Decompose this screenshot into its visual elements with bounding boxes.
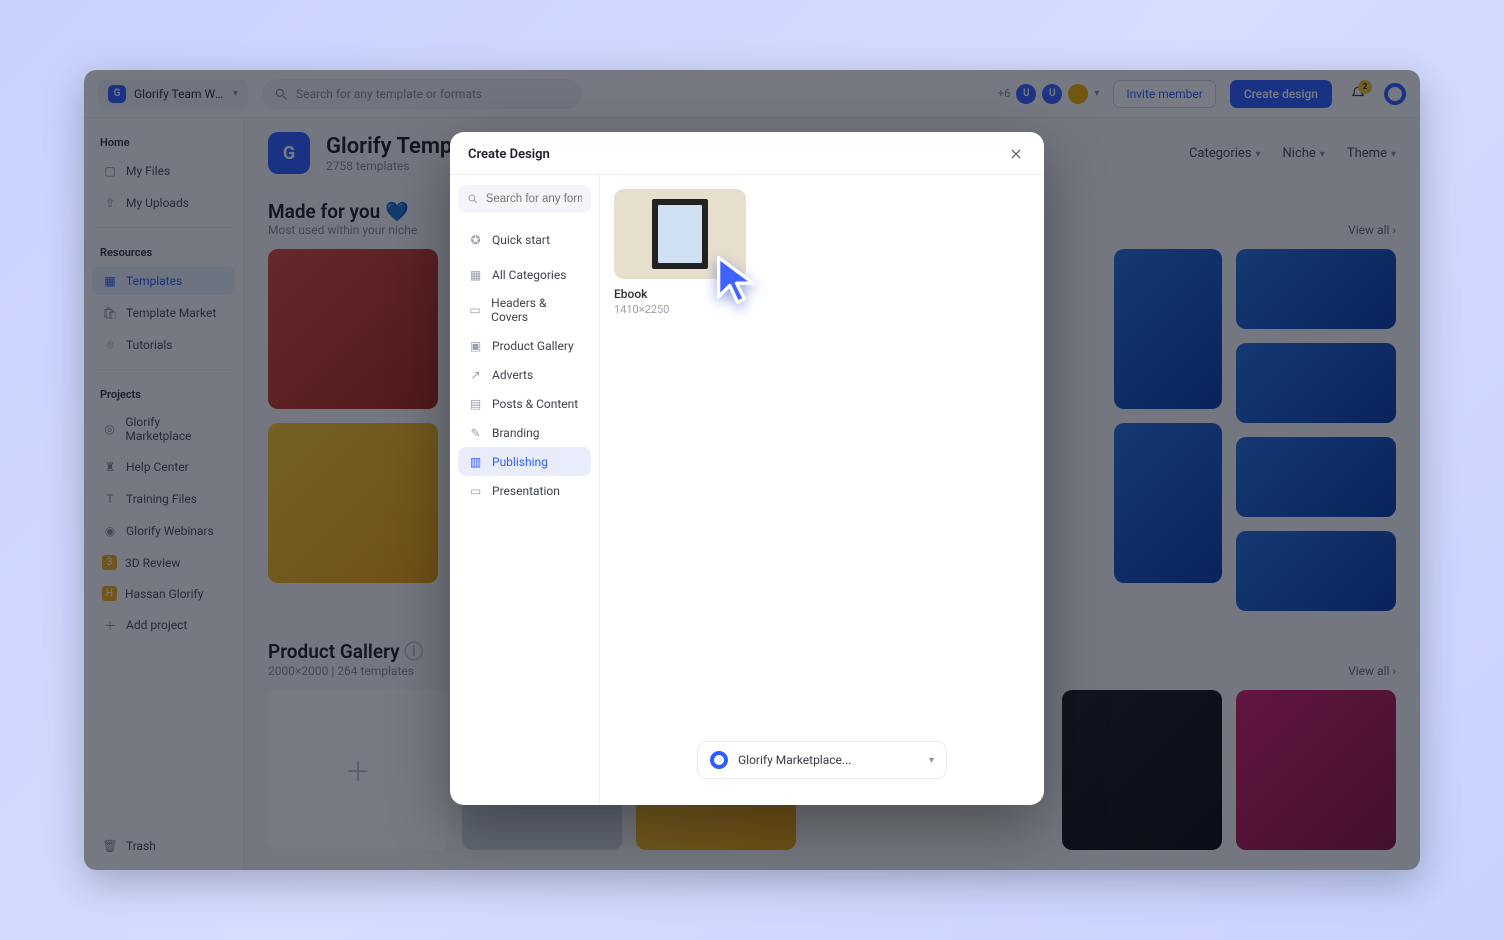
header-icon: ▭ bbox=[468, 303, 482, 318]
camera-icon: ▣ bbox=[468, 338, 483, 353]
post-icon: ▤ bbox=[468, 396, 483, 411]
format-tile-ebook[interactable]: Ebook 1410×2250 bbox=[614, 189, 746, 316]
category-publishing[interactable]: ▥ Publishing bbox=[458, 447, 591, 476]
close-icon bbox=[1009, 147, 1023, 161]
format-search[interactable] bbox=[458, 185, 591, 213]
category-label: Posts & Content bbox=[492, 397, 578, 411]
category-quick-start[interactable]: ✪ Quick start bbox=[458, 225, 591, 254]
category-headers-covers[interactable]: ▭ Headers & Covers bbox=[458, 289, 591, 331]
category-posts-content[interactable]: ▤ Posts & Content bbox=[458, 389, 591, 418]
megaphone-icon: ↗ bbox=[468, 367, 483, 382]
logo-icon bbox=[710, 751, 728, 769]
category-all[interactable]: ▦ All Categories bbox=[458, 260, 591, 289]
search-icon bbox=[467, 192, 479, 206]
grid-icon: ▦ bbox=[468, 267, 483, 282]
category-label: Branding bbox=[492, 426, 540, 440]
modal-category-sidebar: ✪ Quick start ▦ All Categories ▭ Headers & … bbox=[450, 175, 600, 805]
category-presentation[interactable]: ▭ Presentation bbox=[458, 476, 591, 505]
category-label: Adverts bbox=[492, 368, 533, 382]
category-label: Headers & Covers bbox=[491, 296, 581, 324]
book-icon: ▥ bbox=[468, 454, 483, 469]
brush-icon: ✎ bbox=[468, 425, 483, 440]
category-label: Presentation bbox=[492, 484, 560, 498]
close-button[interactable] bbox=[1006, 144, 1026, 164]
compass-icon: ✪ bbox=[468, 232, 483, 247]
category-product-gallery[interactable]: ▣ Product Gallery bbox=[458, 331, 591, 360]
category-label: Publishing bbox=[492, 455, 548, 469]
format-dimensions: 1410×2250 bbox=[614, 303, 746, 316]
create-design-modal: Create Design ✪ Quick start ▦ All Categori… bbox=[450, 132, 1044, 805]
category-label: Product Gallery bbox=[492, 339, 574, 353]
format-thumbnail bbox=[614, 189, 746, 279]
modal-results: Ebook 1410×2250 Glorify Marketplace... ▾ bbox=[600, 175, 1044, 805]
chevron-down-icon: ▾ bbox=[929, 755, 934, 766]
format-search-input[interactable] bbox=[486, 193, 582, 205]
category-label: All Categories bbox=[492, 268, 566, 282]
format-label: Ebook bbox=[614, 287, 746, 301]
project-select[interactable]: Glorify Marketplace... ▾ bbox=[697, 741, 947, 779]
screen-icon: ▭ bbox=[468, 483, 483, 498]
category-label: Quick start bbox=[492, 233, 550, 247]
project-select-label: Glorify Marketplace... bbox=[738, 753, 851, 767]
category-adverts[interactable]: ↗ Adverts bbox=[458, 360, 591, 389]
category-branding[interactable]: ✎ Branding bbox=[458, 418, 591, 447]
modal-title: Create Design bbox=[468, 147, 550, 162]
